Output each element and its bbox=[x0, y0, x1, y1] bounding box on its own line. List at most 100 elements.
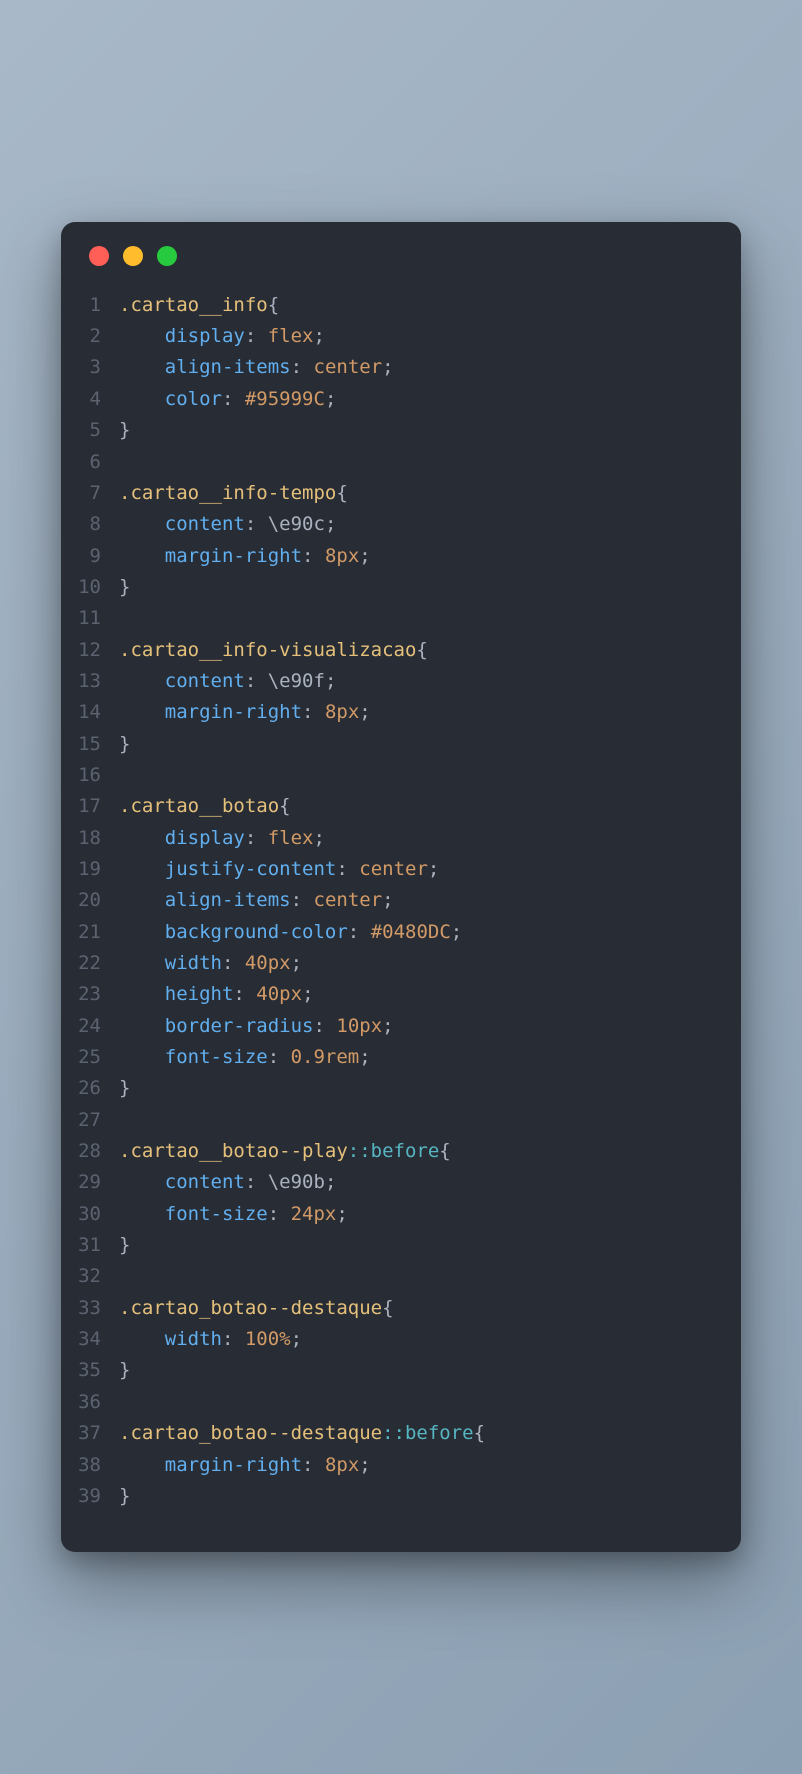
line-number: 39 bbox=[71, 1481, 119, 1512]
line-content: width: 100%; bbox=[119, 1324, 721, 1355]
code-line[interactable]: 17.cartao__botao{ bbox=[71, 791, 721, 822]
line-content: font-size: 24px; bbox=[119, 1199, 721, 1230]
line-content: margin-right: 8px; bbox=[119, 1450, 721, 1481]
line-number: 28 bbox=[71, 1136, 119, 1167]
line-number: 7 bbox=[71, 478, 119, 509]
line-number: 6 bbox=[71, 447, 119, 478]
line-number: 1 bbox=[71, 290, 119, 321]
line-number: 20 bbox=[71, 885, 119, 916]
line-number: 16 bbox=[71, 760, 119, 791]
line-content: .cartao__botao--play::before{ bbox=[119, 1136, 721, 1167]
code-line[interactable]: 39} bbox=[71, 1481, 721, 1512]
line-content bbox=[119, 1105, 721, 1136]
code-line[interactable]: 25 font-size: 0.9rem; bbox=[71, 1042, 721, 1073]
code-line[interactable]: 24 border-radius: 10px; bbox=[71, 1011, 721, 1042]
line-number: 26 bbox=[71, 1073, 119, 1104]
code-editor[interactable]: 1.cartao__info{2 display: flex;3 align-i… bbox=[61, 280, 741, 1522]
code-line[interactable]: 14 margin-right: 8px; bbox=[71, 697, 721, 728]
code-line[interactable]: 7.cartao__info-tempo{ bbox=[71, 478, 721, 509]
code-line[interactable]: 19 justify-content: center; bbox=[71, 854, 721, 885]
line-number: 21 bbox=[71, 917, 119, 948]
code-line[interactable]: 13 content: \e90f; bbox=[71, 666, 721, 697]
code-line[interactable]: 38 margin-right: 8px; bbox=[71, 1450, 721, 1481]
code-line[interactable]: 11 bbox=[71, 603, 721, 634]
code-line[interactable]: 28.cartao__botao--play::before{ bbox=[71, 1136, 721, 1167]
code-line[interactable]: 8 content: \e90c; bbox=[71, 509, 721, 540]
code-line[interactable]: 10} bbox=[71, 572, 721, 603]
line-content: .cartao__botao{ bbox=[119, 791, 721, 822]
line-number: 3 bbox=[71, 352, 119, 383]
line-number: 14 bbox=[71, 697, 119, 728]
line-number: 17 bbox=[71, 791, 119, 822]
line-number: 9 bbox=[71, 541, 119, 572]
line-number: 4 bbox=[71, 384, 119, 415]
code-line[interactable]: 30 font-size: 24px; bbox=[71, 1199, 721, 1230]
line-content: border-radius: 10px; bbox=[119, 1011, 721, 1042]
line-number: 24 bbox=[71, 1011, 119, 1042]
code-line[interactable]: 3 align-items: center; bbox=[71, 352, 721, 383]
code-line[interactable]: 29 content: \e90b; bbox=[71, 1167, 721, 1198]
line-number: 13 bbox=[71, 666, 119, 697]
line-number: 25 bbox=[71, 1042, 119, 1073]
line-content: align-items: center; bbox=[119, 885, 721, 916]
code-line[interactable]: 33.cartao_botao--destaque{ bbox=[71, 1293, 721, 1324]
line-content: background-color: #0480DC; bbox=[119, 917, 721, 948]
code-line[interactable]: 22 width: 40px; bbox=[71, 948, 721, 979]
code-line[interactable]: 21 background-color: #0480DC; bbox=[71, 917, 721, 948]
line-content: color: #95999C; bbox=[119, 384, 721, 415]
line-number: 27 bbox=[71, 1105, 119, 1136]
code-line[interactable]: 36 bbox=[71, 1387, 721, 1418]
code-line[interactable]: 4 color: #95999C; bbox=[71, 384, 721, 415]
line-number: 38 bbox=[71, 1450, 119, 1481]
line-content: align-items: center; bbox=[119, 352, 721, 383]
line-number: 18 bbox=[71, 823, 119, 854]
line-content: } bbox=[119, 729, 721, 760]
line-content bbox=[119, 760, 721, 791]
line-number: 10 bbox=[71, 572, 119, 603]
line-number: 29 bbox=[71, 1167, 119, 1198]
code-line[interactable]: 26} bbox=[71, 1073, 721, 1104]
code-window: 1.cartao__info{2 display: flex;3 align-i… bbox=[61, 222, 741, 1552]
line-number: 32 bbox=[71, 1261, 119, 1292]
code-line[interactable]: 16 bbox=[71, 760, 721, 791]
code-line[interactable]: 15} bbox=[71, 729, 721, 760]
code-line[interactable]: 20 align-items: center; bbox=[71, 885, 721, 916]
line-number: 36 bbox=[71, 1387, 119, 1418]
code-line[interactable]: 23 height: 40px; bbox=[71, 979, 721, 1010]
window-titlebar bbox=[61, 222, 741, 280]
code-line[interactable]: 37.cartao_botao--destaque::before{ bbox=[71, 1418, 721, 1449]
line-number: 30 bbox=[71, 1199, 119, 1230]
maximize-icon[interactable] bbox=[157, 246, 177, 266]
line-content: display: flex; bbox=[119, 321, 721, 352]
line-content: justify-content: center; bbox=[119, 854, 721, 885]
line-number: 35 bbox=[71, 1355, 119, 1386]
code-line[interactable]: 1.cartao__info{ bbox=[71, 290, 721, 321]
line-content: .cartao__info-tempo{ bbox=[119, 478, 721, 509]
line-number: 5 bbox=[71, 415, 119, 446]
code-line[interactable]: 27 bbox=[71, 1105, 721, 1136]
close-icon[interactable] bbox=[89, 246, 109, 266]
line-content: } bbox=[119, 1230, 721, 1261]
line-number: 37 bbox=[71, 1418, 119, 1449]
line-content: } bbox=[119, 1073, 721, 1104]
line-content: height: 40px; bbox=[119, 979, 721, 1010]
minimize-icon[interactable] bbox=[123, 246, 143, 266]
code-line[interactable]: 2 display: flex; bbox=[71, 321, 721, 352]
line-number: 11 bbox=[71, 603, 119, 634]
code-line[interactable]: 5} bbox=[71, 415, 721, 446]
line-content: } bbox=[119, 415, 721, 446]
code-line[interactable]: 18 display: flex; bbox=[71, 823, 721, 854]
code-line[interactable]: 6 bbox=[71, 447, 721, 478]
code-line[interactable]: 9 margin-right: 8px; bbox=[71, 541, 721, 572]
code-line[interactable]: 35} bbox=[71, 1355, 721, 1386]
line-content: content: \e90c; bbox=[119, 509, 721, 540]
line-content bbox=[119, 603, 721, 634]
line-number: 33 bbox=[71, 1293, 119, 1324]
code-line[interactable]: 32 bbox=[71, 1261, 721, 1292]
line-content: width: 40px; bbox=[119, 948, 721, 979]
line-content: } bbox=[119, 1481, 721, 1512]
line-number: 23 bbox=[71, 979, 119, 1010]
code-line[interactable]: 31} bbox=[71, 1230, 721, 1261]
code-line[interactable]: 12.cartao__info-visualizacao{ bbox=[71, 635, 721, 666]
code-line[interactable]: 34 width: 100%; bbox=[71, 1324, 721, 1355]
